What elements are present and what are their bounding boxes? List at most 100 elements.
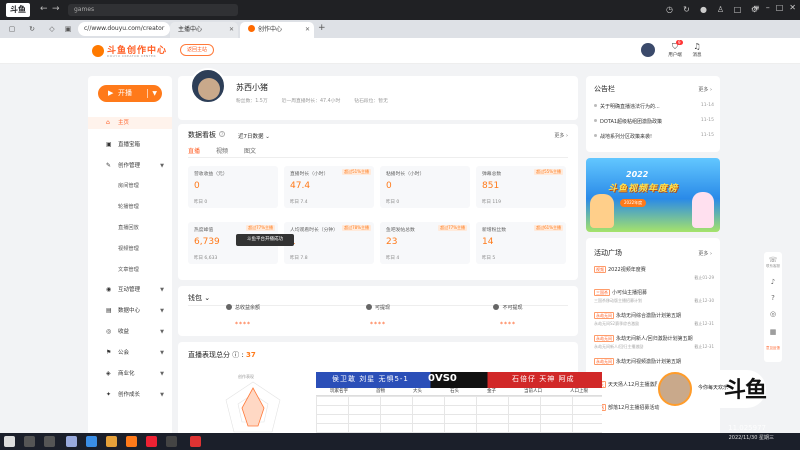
notice-more-link[interactable]: 更多 › <box>698 86 712 93</box>
menu-icon[interactable]: ≡ <box>753 3 760 12</box>
tab-close-icon[interactable]: ✕ <box>229 22 234 38</box>
stat-card[interactable]: 新增粉丝数 超过61%主播 14 昨日 5 <box>476 222 566 264</box>
activity-name: 永劫无间视频激励计划第五期 <box>616 359 682 365</box>
help-icon[interactable]: ? <box>219 131 225 137</box>
close-icon[interactable]: ✕ <box>789 3 796 12</box>
tab-anchor-center[interactable]: 主播中心 ✕ <box>170 22 238 38</box>
sidebar-item-label: 公会 <box>118 350 130 356</box>
sidebar-item[interactable]: ▤ 数据中心 ▼ <box>88 305 172 317</box>
folder-icon[interactable] <box>106 436 117 447</box>
sidebar-item[interactable]: 视频管理 <box>88 243 172 255</box>
help-button[interactable]: ? <box>764 294 782 302</box>
minimize-icon[interactable]: – <box>766 3 770 12</box>
bell-button[interactable]: ♪ <box>764 278 782 286</box>
notice-item[interactable]: 关于明确直播违法行为的... 11-14 <box>594 103 714 110</box>
activity-item[interactable]: 永劫无间 永劫无间视频激励计划第五期 <box>594 358 714 365</box>
back-icon[interactable]: ← <box>40 4 48 14</box>
refresh-icon[interactable]: ↻ <box>26 23 38 35</box>
avatar[interactable] <box>190 68 226 104</box>
avatar[interactable] <box>641 43 655 57</box>
windows-start-icon[interactable] <box>4 436 15 447</box>
activity-item[interactable]: 永劫无间 永劫无间新人/回归激励计划第五期 永劫无间新人/回归主播激励 截止12-31 <box>594 335 714 350</box>
sidebar-toggle-icon[interactable]: ▢ <box>6 23 18 35</box>
shield-icon[interactable]: ◇ <box>46 23 58 35</box>
profile-avatar-icon[interactable]: ● <box>698 4 709 15</box>
start-stream-button[interactable]: ▶ 开播 ▼ <box>98 85 162 102</box>
app-icon[interactable] <box>166 436 177 447</box>
overlay-column-header: 金子 <box>487 389 496 394</box>
promo-banner[interactable]: 2022 斗鱼视频年度榜 2022年度 <box>586 158 720 232</box>
stat-card[interactable]: 人均观看时长（分钟）超过78%主播1昨日 7.8 <box>284 222 374 264</box>
sidebar-item[interactable]: 直播回放 <box>88 222 172 234</box>
search-icon[interactable] <box>24 436 35 447</box>
sidebar-item[interactable]: ✎ 创作管理 ▼ <box>88 160 172 172</box>
stat-label: 直播时长（小时） <box>290 172 329 177</box>
overlay-column-header: 首物 <box>376 389 385 394</box>
maximize-icon[interactable]: □ <box>776 3 784 12</box>
wallet-withdrawable-value: **** <box>370 321 386 328</box>
taskview-icon[interactable] <box>44 436 55 447</box>
notification-badge: 9 <box>676 40 683 45</box>
notice-item[interactable]: 战地系列分区政策来袭! 11-15 <box>594 133 714 140</box>
stat-card[interactable]: 鱼吧发帖总数 超过77%主播 23 昨日 4 <box>380 222 470 264</box>
stat-yesterday: 昨日 5 <box>482 256 496 261</box>
stat-card[interactable]: 弹幕总数 超过55%主播 851 昨日 119 <box>476 166 566 208</box>
feedback-button[interactable]: 意见反馈 <box>764 346 782 351</box>
douyu-app-icon[interactable] <box>126 436 137 447</box>
bookmark-icon[interactable]: ▣ <box>62 23 74 35</box>
qr-button[interactable]: ▦ <box>764 328 782 336</box>
history-icon[interactable]: ◷ <box>664 4 675 15</box>
stat-card[interactable]: 粘播时长（小时） 0 昨日 0 <box>380 166 470 208</box>
chevron-down-icon[interactable]: ▼ <box>152 85 157 102</box>
dashboard-title-text: 数据看板 <box>188 131 216 139</box>
dashboard-more-link[interactable]: 更多 › <box>554 132 568 139</box>
address-bar[interactable]: c//www.douyu.com/creator <box>78 22 170 36</box>
sidebar-item[interactable]: 轮播管理 <box>88 201 172 213</box>
app-icon[interactable] <box>190 436 201 447</box>
chrome-icon[interactable] <box>66 436 77 447</box>
app-icon[interactable] <box>146 436 157 447</box>
contact-service-button[interactable]: ☏ 联系客服 <box>764 256 782 269</box>
douyu-favicon-icon <box>248 25 255 32</box>
activity-more-link[interactable]: 更多 › <box>698 250 712 257</box>
forward-icon[interactable]: → <box>52 4 60 14</box>
shirt-icon[interactable]: ♙ <box>715 4 726 15</box>
tab-close-icon[interactable]: ✕ <box>305 22 310 38</box>
sidebar-item[interactable]: ⌂ 主页 <box>88 117 172 129</box>
back-to-site-button[interactable]: 返回主站 <box>180 44 214 56</box>
stat-card[interactable]: 营收收益（元） 0 昨日 0 <box>188 166 278 208</box>
headset-button[interactable]: ◎ <box>764 310 782 318</box>
stat-badge: 超过78%主播 <box>342 225 371 231</box>
fans-count: 粉丝数：1.5万 <box>236 99 268 104</box>
activity-item[interactable]: 三国杀 小可仙主播招募 三国杀移动版主播招募计划 截止12-30 <box>594 289 714 304</box>
sidebar-item[interactable]: ▣ 直播宝箱 <box>88 139 172 151</box>
stat-badge: 超过55%主播 <box>534 169 563 175</box>
sidebar-item[interactable]: 文章管理 <box>88 264 172 276</box>
messages-button[interactable]: ♫ 消息 <box>686 42 708 58</box>
edge-icon[interactable] <box>86 436 97 447</box>
sidebar-item[interactable]: ◈ 商业化 ▼ <box>88 368 172 380</box>
chevron-down-icon: ⌄ <box>265 134 270 140</box>
browser-search-input[interactable]: games <box>68 4 238 16</box>
profile-card: 苏西小猪 粉丝数：1.5万 近一周直播时长：47.4小时 钻石段位：暂无 <box>178 68 578 120</box>
sidebar-item[interactable]: ◎ 收益 ▼ <box>88 326 172 338</box>
user-end-button[interactable]: ⛉ 9 用户端 <box>664 40 686 58</box>
activity-item[interactable]: 视频 2022视频年度赛 截止01-29 <box>594 266 714 280</box>
sidebar-item[interactable]: ◉ 互动管理 ▼ <box>88 284 172 296</box>
activity-item[interactable]: 永劫无间 永劫无间综合激励计划第五期 永劫无间S2赛季综合激励 截止12-31 <box>594 312 714 327</box>
help-icon[interactable]: ⓘ <box>232 351 239 359</box>
stat-card[interactable]: 直播时长（小时） 超过51%主播 47.4 昨日 7.4 <box>284 166 374 208</box>
box-icon[interactable]: □ <box>732 4 743 15</box>
tab-creator-center[interactable]: 创作中心 ✕ <box>240 22 314 38</box>
chevron-down-icon: ▼ <box>160 329 164 335</box>
new-tab-button[interactable]: + <box>318 23 326 33</box>
sidebar-item[interactable]: ✦ 创作成长 ▼ <box>88 389 172 401</box>
notice-item[interactable]: DOTA1超级粘组团激励政策 11-15 <box>594 118 714 125</box>
reload-icon[interactable]: ↻ <box>681 4 692 15</box>
sidebar-item[interactable]: ⚑ 公会 ▼ <box>88 347 172 359</box>
overlay-column-header: 大头 <box>413 389 422 394</box>
brand-logo[interactable]: 斗鱼创作中心 DOUYU CREATOR CENTER <box>92 43 172 59</box>
sidebar-item[interactable]: 房间管理 <box>88 180 172 192</box>
range-select[interactable]: 近7日数据 ⌄ <box>238 132 270 140</box>
wallet-title[interactable]: 钱包 ⌄ <box>188 293 210 303</box>
